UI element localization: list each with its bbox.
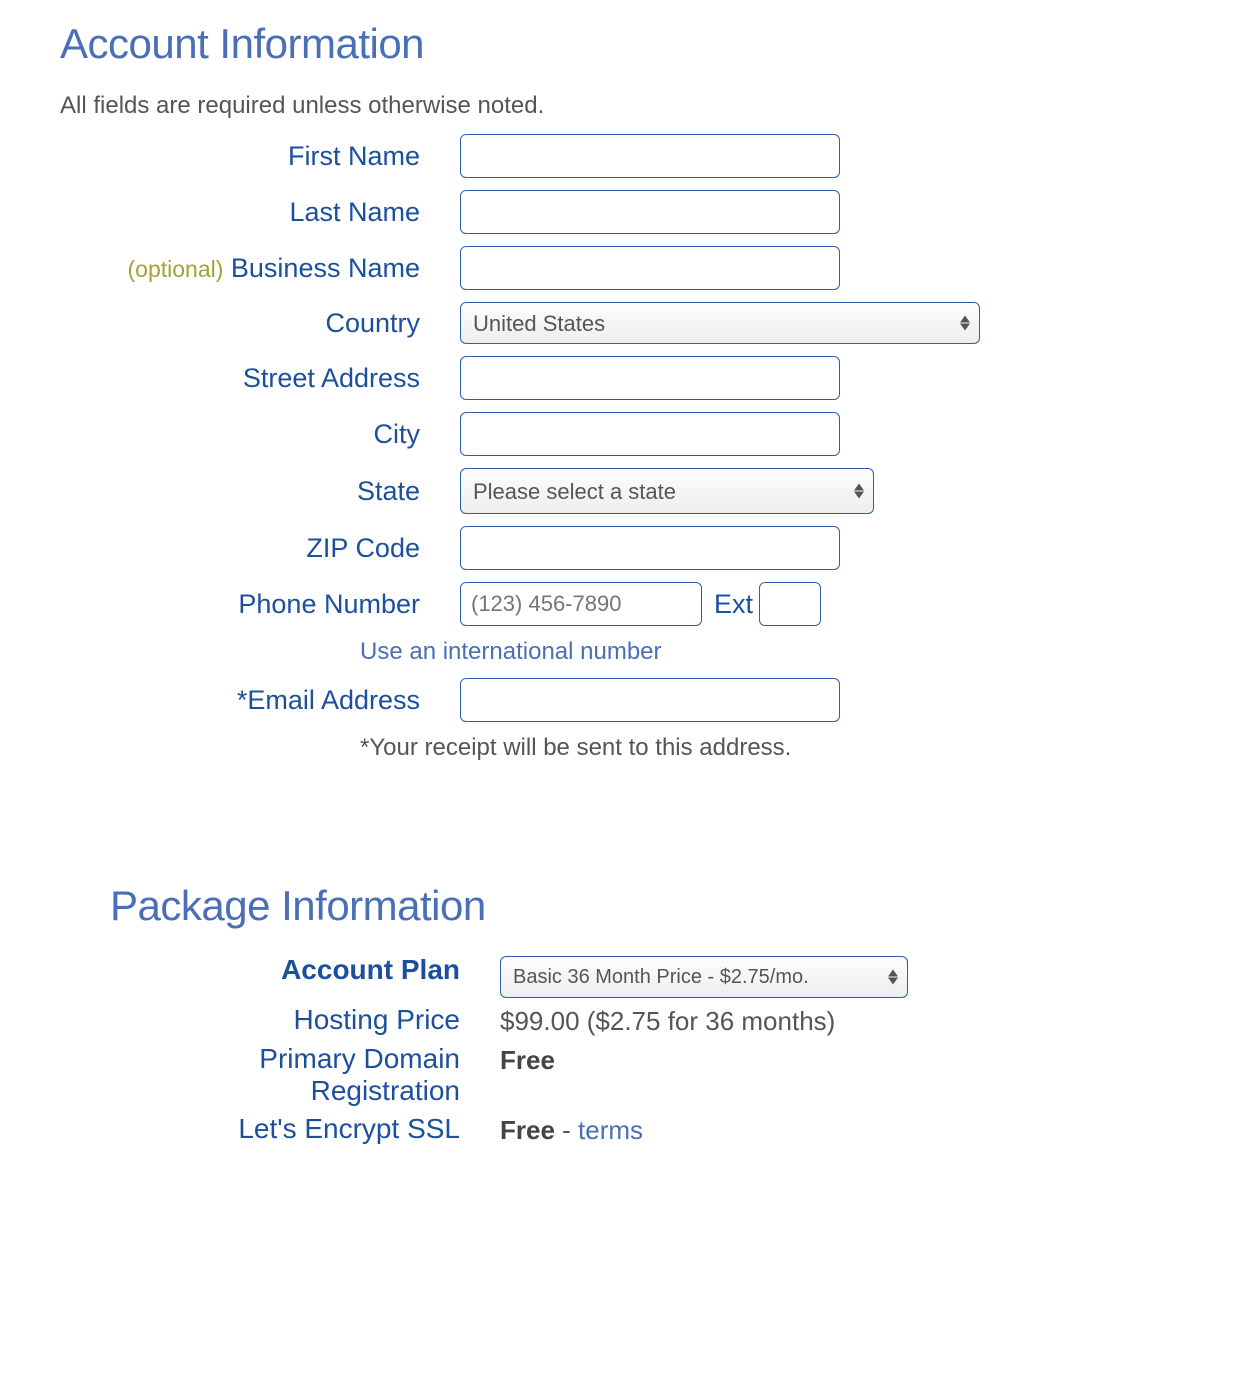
international-number-link[interactable]: Use an international number xyxy=(360,638,662,665)
email-address-input[interactable] xyxy=(460,678,840,722)
phone-ext-input[interactable] xyxy=(759,582,821,626)
first-name-input[interactable] xyxy=(460,134,840,178)
account-plan-select[interactable]: Basic 36 Month Price - $2.75/mo. xyxy=(500,956,908,998)
country-label: Country xyxy=(60,308,460,339)
email-receipt-note: *Your receipt will be sent to this addre… xyxy=(60,734,1194,762)
zip-code-input[interactable] xyxy=(460,526,840,570)
primary-domain-label: Primary Domain Registration xyxy=(110,1043,500,1107)
required-fields-note: All fields are required unless otherwise… xyxy=(60,92,1194,120)
phone-number-label: Phone Number xyxy=(60,589,460,620)
lets-encrypt-ssl-label: Let's Encrypt SSL xyxy=(110,1113,500,1145)
phone-ext-label: Ext xyxy=(714,589,753,620)
country-select[interactable]: United States xyxy=(460,302,980,344)
last-name-label: Last Name xyxy=(60,197,460,228)
last-name-input[interactable] xyxy=(460,190,840,234)
city-input[interactable] xyxy=(460,412,840,456)
street-address-label: Street Address xyxy=(60,363,460,394)
hosting-price-label: Hosting Price xyxy=(110,1004,500,1036)
ssl-dash: - xyxy=(555,1115,578,1145)
first-name-label: First Name xyxy=(60,141,460,172)
zip-code-label: ZIP Code xyxy=(60,533,460,564)
email-address-label: *Email Address xyxy=(60,685,460,716)
account-plan-label: Account Plan xyxy=(110,954,500,986)
ssl-terms-link[interactable]: terms xyxy=(578,1115,643,1145)
hosting-price-value: $99.00 ($2.75 for 36 months) xyxy=(500,1004,835,1037)
state-select[interactable]: Please select a state xyxy=(460,468,874,514)
primary-domain-value: Free xyxy=(500,1045,555,1075)
ssl-value: Free xyxy=(500,1115,555,1145)
business-name-label: (optional) Business Name xyxy=(60,253,460,284)
business-name-input[interactable] xyxy=(460,246,840,290)
city-label: City xyxy=(60,419,460,450)
state-label: State xyxy=(60,476,460,507)
phone-number-input[interactable] xyxy=(460,582,702,626)
street-address-input[interactable] xyxy=(460,356,840,400)
optional-prefix: (optional) xyxy=(128,256,224,282)
account-info-title: Account Information xyxy=(60,20,1194,68)
package-info-title: Package Information xyxy=(110,882,1194,930)
